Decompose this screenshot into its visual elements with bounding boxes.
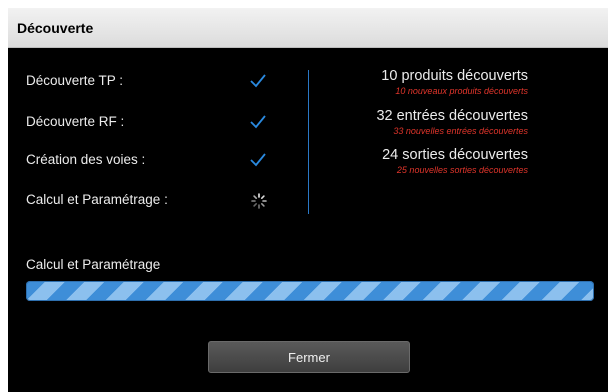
result-products-sub: 10 nouveaux produits découverts bbox=[395, 86, 528, 96]
result-inputs: 32 entrées découvertes 33 nouvelles entr… bbox=[376, 108, 528, 137]
discovery-dialog: Découverte Découverte TP : Découverte RF… bbox=[8, 8, 608, 392]
spinner-icon bbox=[251, 193, 267, 209]
result-outputs-main: 24 sorties découvertes bbox=[382, 147, 528, 163]
step-label-voies: Création des voies : bbox=[26, 152, 146, 167]
progress-label: Calcul et Paramétrage bbox=[26, 257, 161, 272]
check-icon bbox=[250, 153, 266, 167]
progress-bar bbox=[26, 281, 594, 301]
check-icon bbox=[250, 74, 266, 88]
dialog-title: Découverte bbox=[17, 19, 94, 36]
check-icon bbox=[250, 115, 266, 129]
progress-fill bbox=[26, 281, 594, 301]
result-inputs-main: 32 entrées découvertes bbox=[376, 108, 528, 124]
step-label-rf: Découverte RF : bbox=[26, 114, 125, 129]
step-label-calcul: Calcul et Paramétrage : bbox=[26, 192, 168, 207]
vertical-divider bbox=[308, 70, 309, 214]
result-products-main: 10 produits découverts bbox=[381, 68, 528, 84]
result-products: 10 produits découverts 10 nouveaux produ… bbox=[381, 68, 528, 97]
result-outputs-sub: 25 nouvelles sorties découvertes bbox=[396, 165, 528, 175]
dialog-titlebar: Découverte bbox=[8, 8, 608, 48]
result-inputs-sub: 33 nouvelles entrées découvertes bbox=[393, 126, 528, 136]
result-outputs: 24 sorties découvertes 25 nouvelles sort… bbox=[382, 147, 528, 176]
close-button[interactable]: Fermer bbox=[208, 341, 410, 373]
step-label-tp: Découverte TP : bbox=[26, 73, 124, 88]
